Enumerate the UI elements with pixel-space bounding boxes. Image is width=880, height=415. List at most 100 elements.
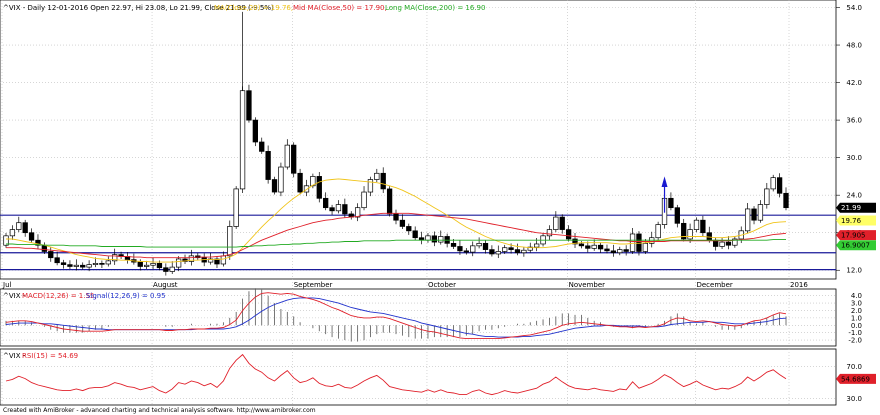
candle: [540, 233, 546, 247]
candle: [246, 84, 252, 123]
candle: [35, 234, 41, 250]
candle: [693, 217, 700, 233]
candle: [54, 251, 60, 266]
candle: [514, 243, 521, 256]
candle: [233, 186, 239, 229]
date-label: December: [696, 281, 732, 289]
candle: [297, 168, 303, 195]
candle: [604, 244, 610, 254]
candle: [105, 256, 111, 267]
candle: [386, 186, 393, 217]
candle: [22, 219, 28, 237]
candle: [776, 173, 783, 198]
rsi-last-value-tag: 54.6869: [836, 373, 876, 384]
candle: [124, 252, 131, 264]
candle: [131, 253, 137, 265]
price-pane[interactable]: 54.048.042.036.030.024.018.012.0 21.9919…: [0, 0, 876, 289]
ma-long-label: Long MA(Close,200) = 16.90: [385, 4, 485, 12]
candle: [399, 214, 406, 229]
price-tick-label: 42.0: [846, 79, 862, 87]
value-tag: 21.99: [836, 202, 876, 213]
rsi-tag-text: 54.6869: [841, 375, 870, 383]
candle: [207, 253, 214, 265]
date-label: Jul: [2, 281, 12, 289]
candle: [182, 254, 188, 264]
candle: [412, 226, 418, 241]
candle: [367, 176, 374, 197]
candle: [674, 204, 680, 228]
candle: [361, 186, 367, 211]
rsi-tick-label: 70.0: [846, 363, 862, 371]
candle: [719, 237, 725, 249]
rsi-pane[interactable]: 70.030.0 54.6869 ^VIX - RSI(15) = 54.69: [0, 348, 876, 406]
candle: [578, 241, 585, 249]
candle: [406, 223, 412, 235]
svg-text:16.9007: 16.9007: [841, 242, 870, 250]
candle: [335, 200, 342, 214]
candle: [770, 174, 776, 192]
candle: [329, 204, 335, 215]
price-tick-label: 12.0: [846, 267, 862, 275]
candle: [489, 245, 495, 257]
svg-text:19.76: 19.76: [841, 217, 862, 225]
candle: [495, 245, 501, 259]
candle: [463, 248, 469, 255]
candle: [470, 241, 476, 257]
value-tag: 19.76: [836, 215, 876, 226]
horizontal-lines: [0, 214, 836, 271]
macd-pane[interactable]: 4.03.02.01.00.0-1.0-2.0 ^VIX - MACD(12,2…: [0, 288, 862, 347]
candle: [751, 206, 757, 225]
candle: [291, 142, 297, 178]
candle: [48, 247, 54, 262]
candle: [150, 257, 156, 270]
candle: [425, 233, 431, 243]
candle: [610, 244, 617, 257]
candle: [284, 139, 290, 170]
svg-text:17.905: 17.905: [841, 232, 866, 240]
price-tick-label: 48.0: [846, 42, 862, 50]
candle: [617, 246, 623, 256]
candle: [764, 182, 770, 209]
candle: [713, 237, 719, 251]
last-value-tags: 21.99 19.76 17.905 16.9007: [836, 202, 876, 251]
candle: [553, 211, 559, 233]
candle: [316, 172, 322, 203]
price-tick-label: 36.0: [846, 117, 862, 125]
price-tick-label: 24.0: [846, 192, 862, 200]
candle: [239, 86, 246, 193]
value-tag: 16.9007: [836, 240, 876, 251]
rsi-label: RSI(15) = 54.69: [22, 352, 78, 360]
candle: [725, 236, 732, 250]
candle: [169, 261, 175, 274]
date-label: 2016: [790, 281, 808, 289]
candle: [476, 237, 482, 249]
svg-text:21.99: 21.99: [841, 204, 861, 212]
rsi-tick-label: 30.0: [846, 395, 862, 403]
candle: [380, 167, 386, 193]
price-tick-label: 54.0: [846, 4, 862, 12]
candle: [649, 231, 655, 248]
candle: [700, 215, 706, 237]
candle: [163, 263, 169, 276]
candle: [732, 236, 738, 248]
candle: [438, 230, 444, 245]
candle: [195, 253, 201, 261]
candle: [591, 239, 597, 251]
candle: [73, 259, 79, 271]
candle: [271, 176, 278, 195]
candle: [374, 168, 380, 183]
candle: [99, 260, 105, 269]
candle: [60, 259, 67, 269]
ma-short-label: MA(Close,20) = 19.76,: [214, 4, 293, 12]
candle: [655, 221, 661, 241]
candle: [259, 137, 265, 154]
candle: [744, 202, 751, 234]
footer-credit: Created with AmiBroker - advanced charti…: [3, 407, 316, 414]
date-label: November: [569, 281, 606, 289]
date-label: September: [294, 281, 333, 289]
price-tick-label: 30.0: [846, 154, 862, 162]
candle: [783, 187, 789, 211]
candle: [521, 247, 527, 257]
candle: [623, 245, 629, 256]
candle: [9, 225, 16, 240]
